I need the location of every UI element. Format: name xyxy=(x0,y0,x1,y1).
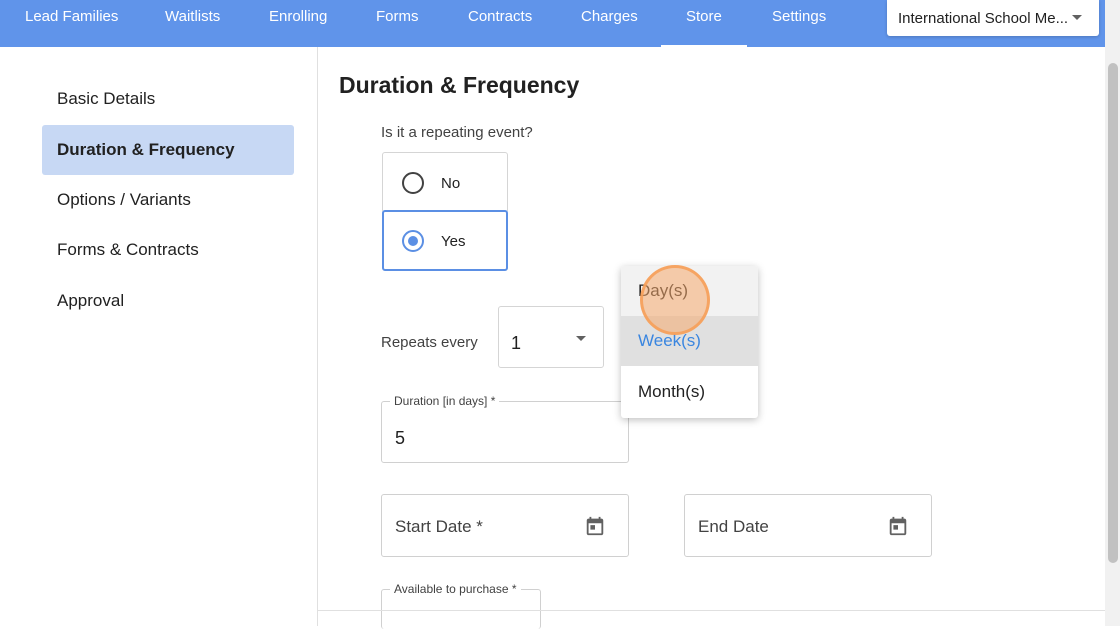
calendar-icon[interactable] xyxy=(887,515,909,537)
school-select[interactable]: International School Me... xyxy=(887,0,1099,36)
page-title: Duration & Frequency xyxy=(339,72,580,98)
available-to-purchase-label: Available to purchase * xyxy=(390,582,521,596)
radio-unchecked-icon xyxy=(402,172,424,194)
nav-contracts[interactable]: Contracts xyxy=(468,8,532,25)
school-select-value: International School Me... xyxy=(898,10,1069,27)
footer-divider xyxy=(318,610,1105,611)
nav-lead-families[interactable]: Lead Families xyxy=(25,8,118,25)
caret-down-icon xyxy=(576,336,586,341)
nav-settings[interactable]: Settings xyxy=(772,8,826,25)
radio-checked-icon xyxy=(402,230,424,252)
sidebar-item-approval[interactable]: Approval xyxy=(42,276,294,326)
radio-option-no[interactable]: No xyxy=(382,152,508,213)
nav-store[interactable]: Store xyxy=(686,8,722,25)
sidebar-item-basic-details[interactable]: Basic Details xyxy=(42,74,294,124)
menu-item-months[interactable]: Month(s) xyxy=(621,367,758,417)
end-date-label: End Date xyxy=(698,517,769,536)
duration-value: 5 xyxy=(395,428,406,448)
sidebar-item-duration-frequency[interactable]: Duration & Frequency xyxy=(42,125,294,175)
start-date-label: Start Date * xyxy=(395,517,483,536)
end-date-field[interactable]: End Date xyxy=(684,494,932,557)
repeats-every-label: Repeats every xyxy=(381,334,478,351)
calendar-icon[interactable] xyxy=(584,515,606,537)
menu-item-weeks[interactable]: Week(s) xyxy=(621,316,758,366)
nav-forms[interactable]: Forms xyxy=(376,8,419,25)
menu-item-days[interactable]: Day(s) xyxy=(621,266,758,316)
nav-enrolling[interactable]: Enrolling xyxy=(269,8,327,25)
start-date-field[interactable]: Start Date * xyxy=(381,494,629,557)
active-tab-indicator xyxy=(661,45,747,47)
top-navigation: Lead Families Waitlists Enrolling Forms … xyxy=(0,0,1105,47)
caret-down-icon xyxy=(1072,15,1082,20)
repeat-count-select[interactable]: 1 xyxy=(498,306,604,368)
duration-field[interactable]: Duration [in days] * 5 xyxy=(381,394,629,463)
radio-label-no: No xyxy=(441,175,461,192)
nav-charges[interactable]: Charges xyxy=(581,8,638,25)
sidebar-item-options-variants[interactable]: Options / Variants xyxy=(42,175,294,225)
repeat-unit-dropdown-menu: Day(s) Week(s) Month(s) xyxy=(621,266,758,418)
duration-label: Duration [in days] * xyxy=(390,394,500,408)
available-to-purchase-field[interactable]: Available to purchase * xyxy=(381,582,541,629)
radio-option-yes[interactable]: Yes xyxy=(382,210,508,271)
repeating-question: Is it a repeating event? xyxy=(381,124,533,141)
repeat-count-value: 1 xyxy=(511,333,522,353)
sidebar-divider xyxy=(317,47,318,626)
radio-label-yes: Yes xyxy=(441,233,466,250)
scrollbar-thumb[interactable] xyxy=(1108,63,1118,563)
sidebar-item-forms-contracts[interactable]: Forms & Contracts xyxy=(42,225,294,275)
nav-waitlists[interactable]: Waitlists xyxy=(165,8,220,25)
